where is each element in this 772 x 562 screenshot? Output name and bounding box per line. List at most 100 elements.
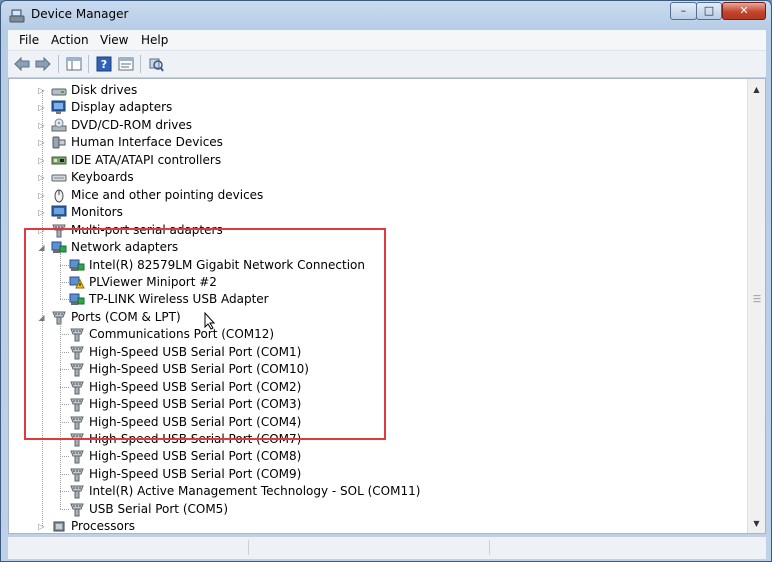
port-icon <box>69 449 85 464</box>
tree-device-row[interactable]: High-Speed USB Serial Port (COM3) <box>9 396 739 413</box>
tree-device-row[interactable]: High-Speed USB Serial Port (COM7) <box>9 431 739 448</box>
collapsed-arrow-icon[interactable]: ▷ <box>37 99 46 116</box>
tree-item-label: Intel(R) 82579LM Gigabit Network Connect… <box>89 258 365 272</box>
tree-item-label: Human Interface Devices <box>71 135 223 149</box>
tree-connector-line <box>60 253 61 299</box>
collapsed-arrow-icon[interactable]: ▷ <box>37 518 46 533</box>
tree-category-row[interactable]: ▷ Keyboards <box>9 169 739 186</box>
device-tree[interactable]: ▲ — — — ▼ ▷ Disk drives ▷ Display adapters ▷ DV… <box>8 78 766 534</box>
forward-icon[interactable] <box>33 54 53 74</box>
tree-item-label: High-Speed USB Serial Port (COM2) <box>89 380 302 394</box>
tree-category-row[interactable]: ▷ DVD/CD-ROM drives <box>9 117 739 134</box>
collapsed-arrow-icon[interactable]: ▷ <box>37 204 46 221</box>
back-icon[interactable] <box>12 54 32 74</box>
toolbar-separator <box>88 55 89 73</box>
tree-device-row[interactable]: TP-LINK Wireless USB Adapter <box>9 291 739 308</box>
scrollbar-grip-icon[interactable]: — — — <box>753 292 761 306</box>
ide-controller-icon <box>51 153 67 168</box>
tree-item-label: IDE ATA/ATAPI controllers <box>71 153 222 167</box>
maximize-button[interactable]: □ <box>696 2 722 20</box>
collapsed-arrow-icon[interactable]: ▷ <box>37 82 46 99</box>
tree-item-label: TP-LINK Wireless USB Adapter <box>89 292 269 306</box>
tree-device-row[interactable]: High-Speed USB Serial Port (COM9) <box>9 466 739 483</box>
tree-item-label: Multi-port serial adapters <box>71 223 223 237</box>
tree-item-label: Mice and other pointing devices <box>71 188 264 202</box>
svg-text:?: ? <box>101 58 107 71</box>
tree-item-label: Network adapters <box>71 240 179 254</box>
menu-action[interactable]: Action <box>51 33 89 47</box>
collapsed-arrow-icon[interactable]: ▷ <box>37 134 46 151</box>
tree-item-label: High-Speed USB Serial Port (COM4) <box>89 415 302 429</box>
port-icon <box>51 223 67 238</box>
tree-device-row[interactable]: USB Serial Port (COM5) <box>9 501 739 518</box>
tree-item-label: High-Speed USB Serial Port (COM7) <box>89 432 302 446</box>
display-adapter-icon <box>51 100 67 115</box>
scroll-down-arrow-icon[interactable]: ▼ <box>748 515 765 532</box>
vertical-scrollbar[interactable]: ▲ — — — ▼ <box>747 79 765 533</box>
collapsed-arrow-icon[interactable]: ▷ <box>37 187 46 204</box>
status-bar <box>8 536 766 559</box>
port-icon <box>69 327 85 342</box>
menu-help[interactable]: Help <box>141 33 168 47</box>
monitor-icon <box>51 205 67 220</box>
scroll-up-arrow-icon[interactable]: ▲ <box>748 81 765 98</box>
close-button[interactable]: ✕ <box>722 2 766 20</box>
tree-device-row[interactable]: High-Speed USB Serial Port (COM4) <box>9 414 739 431</box>
hid-icon <box>51 135 67 150</box>
tree-item-label: Ports (COM & LPT) <box>71 310 181 324</box>
collapsed-arrow-icon[interactable]: ▷ <box>37 117 46 134</box>
menu-bar: File Action View Help <box>8 30 766 51</box>
tree-device-row[interactable]: High-Speed USB Serial Port (COM1) <box>9 344 739 361</box>
properties-icon[interactable] <box>116 54 136 74</box>
tree-connector-line <box>60 323 61 509</box>
network-adapter-icon <box>69 258 85 273</box>
tree-device-row[interactable]: Communications Port (COM12) <box>9 326 739 343</box>
tree-device-row[interactable]: PLViewer Miniport #2 <box>9 274 739 291</box>
tree-device-row[interactable]: High-Speed USB Serial Port (COM10) <box>9 361 739 378</box>
toolbar: ? <box>8 51 766 78</box>
tree-item-label: High-Speed USB Serial Port (COM8) <box>89 449 302 463</box>
tree-device-row[interactable]: Intel(R) Active Management Technology - … <box>9 483 739 500</box>
port-icon <box>69 484 85 499</box>
tree-item-label: High-Speed USB Serial Port (COM3) <box>89 397 302 411</box>
tree-item-label: High-Speed USB Serial Port (COM1) <box>89 345 302 359</box>
minimize-button[interactable]: – <box>670 2 697 20</box>
processor-icon <box>51 519 67 533</box>
dvd-drive-icon <box>51 118 67 133</box>
tree-device-row[interactable]: High-Speed USB Serial Port (COM2) <box>9 379 739 396</box>
tree-category-row[interactable]: ▷ Mice and other pointing devices <box>9 187 739 204</box>
tree-category-row[interactable]: ▷ Processors <box>9 518 739 533</box>
port-icon <box>69 415 85 430</box>
expanded-arrow-icon[interactable]: ◢ <box>37 309 46 326</box>
status-cell <box>249 540 490 555</box>
menu-view[interactable]: View <box>100 33 128 47</box>
help-icon[interactable]: ? <box>94 54 114 74</box>
port-icon <box>69 380 85 395</box>
title-bar[interactable]: Device Manager – □ ✕ <box>1 1 771 29</box>
tree-category-row[interactable]: ▷ Display adapters <box>9 99 739 116</box>
show-hide-console-tree-icon[interactable] <box>64 54 84 74</box>
tree-item-label: High-Speed USB Serial Port (COM9) <box>89 467 302 481</box>
tree-device-row[interactable]: Intel(R) 82579LM Gigabit Network Connect… <box>9 257 739 274</box>
collapsed-arrow-icon[interactable]: ▷ <box>37 152 46 169</box>
tree-category-row[interactable]: ◢ Ports (COM & LPT) <box>9 309 739 326</box>
toolbar-separator <box>58 55 59 73</box>
tree-category-row[interactable]: ◢ Network adapters <box>9 239 739 256</box>
menu-file[interactable]: File <box>19 33 39 47</box>
network-adapter-warning-icon <box>69 275 85 290</box>
expanded-arrow-icon[interactable]: ◢ <box>37 239 46 256</box>
tree-item-label: Monitors <box>71 205 123 219</box>
device-manager-window: Device Manager – □ ✕ File Action View He… <box>0 0 772 562</box>
tree-category-row[interactable]: ▷ Monitors <box>9 204 739 221</box>
collapsed-arrow-icon[interactable]: ▷ <box>37 169 46 186</box>
tree-device-row[interactable]: High-Speed USB Serial Port (COM8) <box>9 448 739 465</box>
tree-category-row[interactable]: ▷ IDE ATA/ATAPI controllers <box>9 152 739 169</box>
tree-category-row[interactable]: ▷ Multi-port serial adapters <box>9 222 739 239</box>
scan-hardware-icon[interactable] <box>146 54 166 74</box>
device-manager-icon <box>9 7 25 23</box>
tree-item-label: Keyboards <box>71 170 134 184</box>
tree-category-row[interactable]: ▷ Human Interface Devices <box>9 134 739 151</box>
tree-category-row[interactable]: ▷ Disk drives <box>9 82 739 99</box>
port-icon <box>69 362 85 377</box>
collapsed-arrow-icon[interactable]: ▷ <box>37 222 46 239</box>
